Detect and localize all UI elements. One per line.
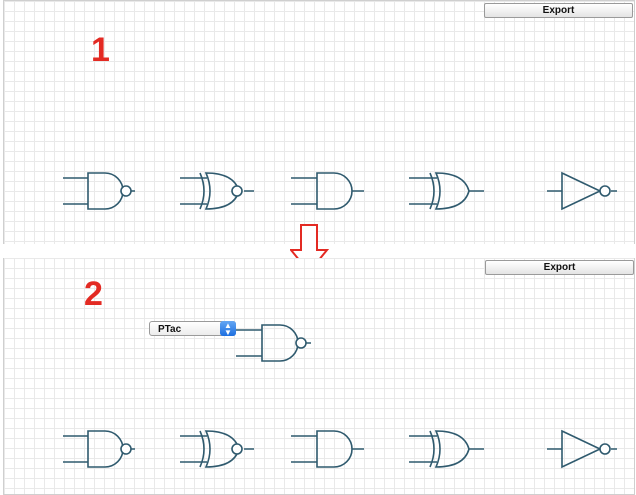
and-gate[interactable] (291, 430, 364, 468)
gate-canvas (63, 324, 617, 469)
and-gate[interactable] (291, 172, 364, 210)
not-gate[interactable] (547, 429, 617, 469)
xor-gate[interactable] (409, 172, 484, 210)
placed-nand-gate[interactable] (236, 324, 311, 362)
nand-gate[interactable] (63, 430, 135, 468)
xnor-gate[interactable] (180, 172, 254, 210)
not-gate[interactable] (547, 171, 617, 211)
gate-row (63, 171, 617, 211)
xor-gate[interactable] (409, 430, 484, 468)
canvas-panel-step-1[interactable]: Export 1 (3, 0, 635, 244)
nand-gate[interactable] (63, 172, 135, 210)
canvas-panel-step-2[interactable]: Export 2 PTac ▲ ▼ (3, 258, 635, 495)
xnor-gate[interactable] (180, 430, 254, 468)
